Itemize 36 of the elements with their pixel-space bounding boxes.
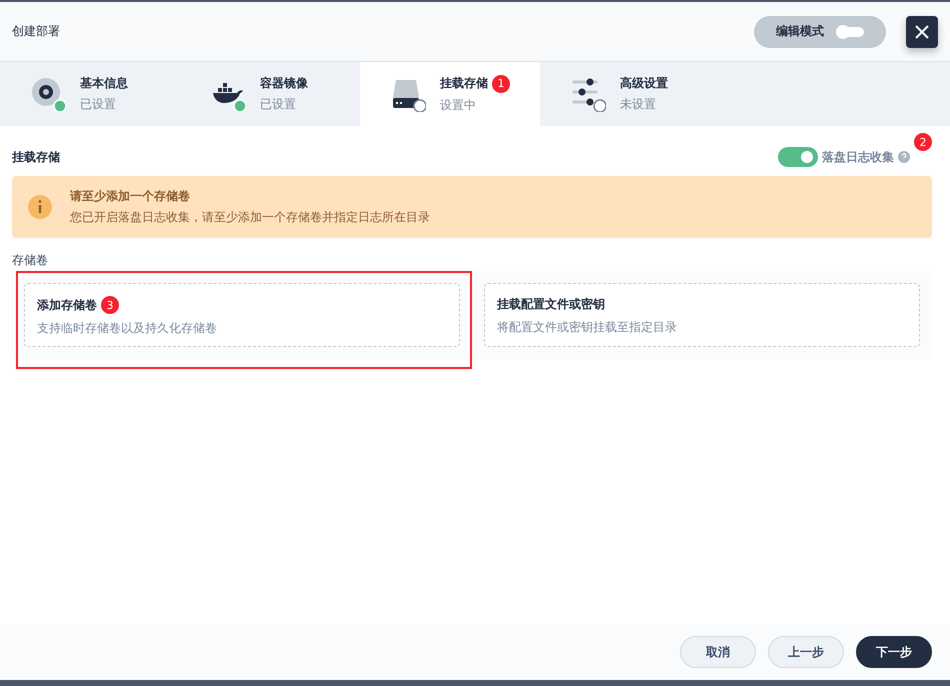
footer-button[interactable]: 上一步 [768,636,844,668]
log-collection-switch[interactable] [778,147,818,167]
step-tab[interactable]: 高级设置 未设置 [540,62,720,126]
close-button[interactable] [906,16,938,48]
alert-title: 请至少添加一个存储卷 [70,188,191,205]
help-icon [898,151,910,163]
step-title: 容器镜像 [260,75,308,92]
section-title: 挂载存储 [12,148,60,166]
volume-option-card[interactable]: 添加存储卷 3 支持临时存储卷以及持久化存储卷 [24,283,460,347]
info-icon [28,195,52,219]
edit-mode-toggle[interactable]: 编辑模式 [754,16,886,48]
annotation-badge: 2 [914,133,932,151]
card-title: 挂载配置文件或密钥 [497,296,605,313]
volume-option-card[interactable]: 挂载配置文件或密钥 将配置文件或密钥挂载至指定目录 [484,283,920,347]
card-description: 将配置文件或密钥挂载至指定目录 [497,319,678,336]
card-description: 支持临时存储卷以及持久化存储卷 [37,320,218,337]
step-status: 已设置 [80,96,117,113]
switch-label: 落盘日志收集 [822,148,894,166]
annotation-badge: 3 [101,296,119,314]
close-icon [914,24,930,40]
dialog-title: 创建部署 [12,23,61,40]
alert-message: 您已开启落盘日志收集，请至少添加一个存储卷并指定日志所在目录 [70,209,430,226]
step-status: 未设置 [620,96,657,113]
step-status: 设置中 [440,96,477,114]
step-tab[interactable]: 挂载存储 1 设置中 [360,62,540,126]
volumes-label: 存储卷 [12,252,49,269]
step-title: 高级设置 [620,75,668,92]
annotation-badge: 1 [492,74,510,92]
step-tab[interactable]: 基本信息 已设置 [0,62,180,126]
card-title: 添加存储卷 [37,296,97,314]
step-title: 基本信息 [80,75,128,92]
footer-button[interactable]: 下一步 [856,636,932,668]
footer-button[interactable]: 取消 [680,636,756,668]
step-title: 挂载存储 [440,75,488,92]
step-status: 已设置 [260,96,297,113]
step-tab[interactable]: 容器镜像 已设置 [180,62,360,126]
